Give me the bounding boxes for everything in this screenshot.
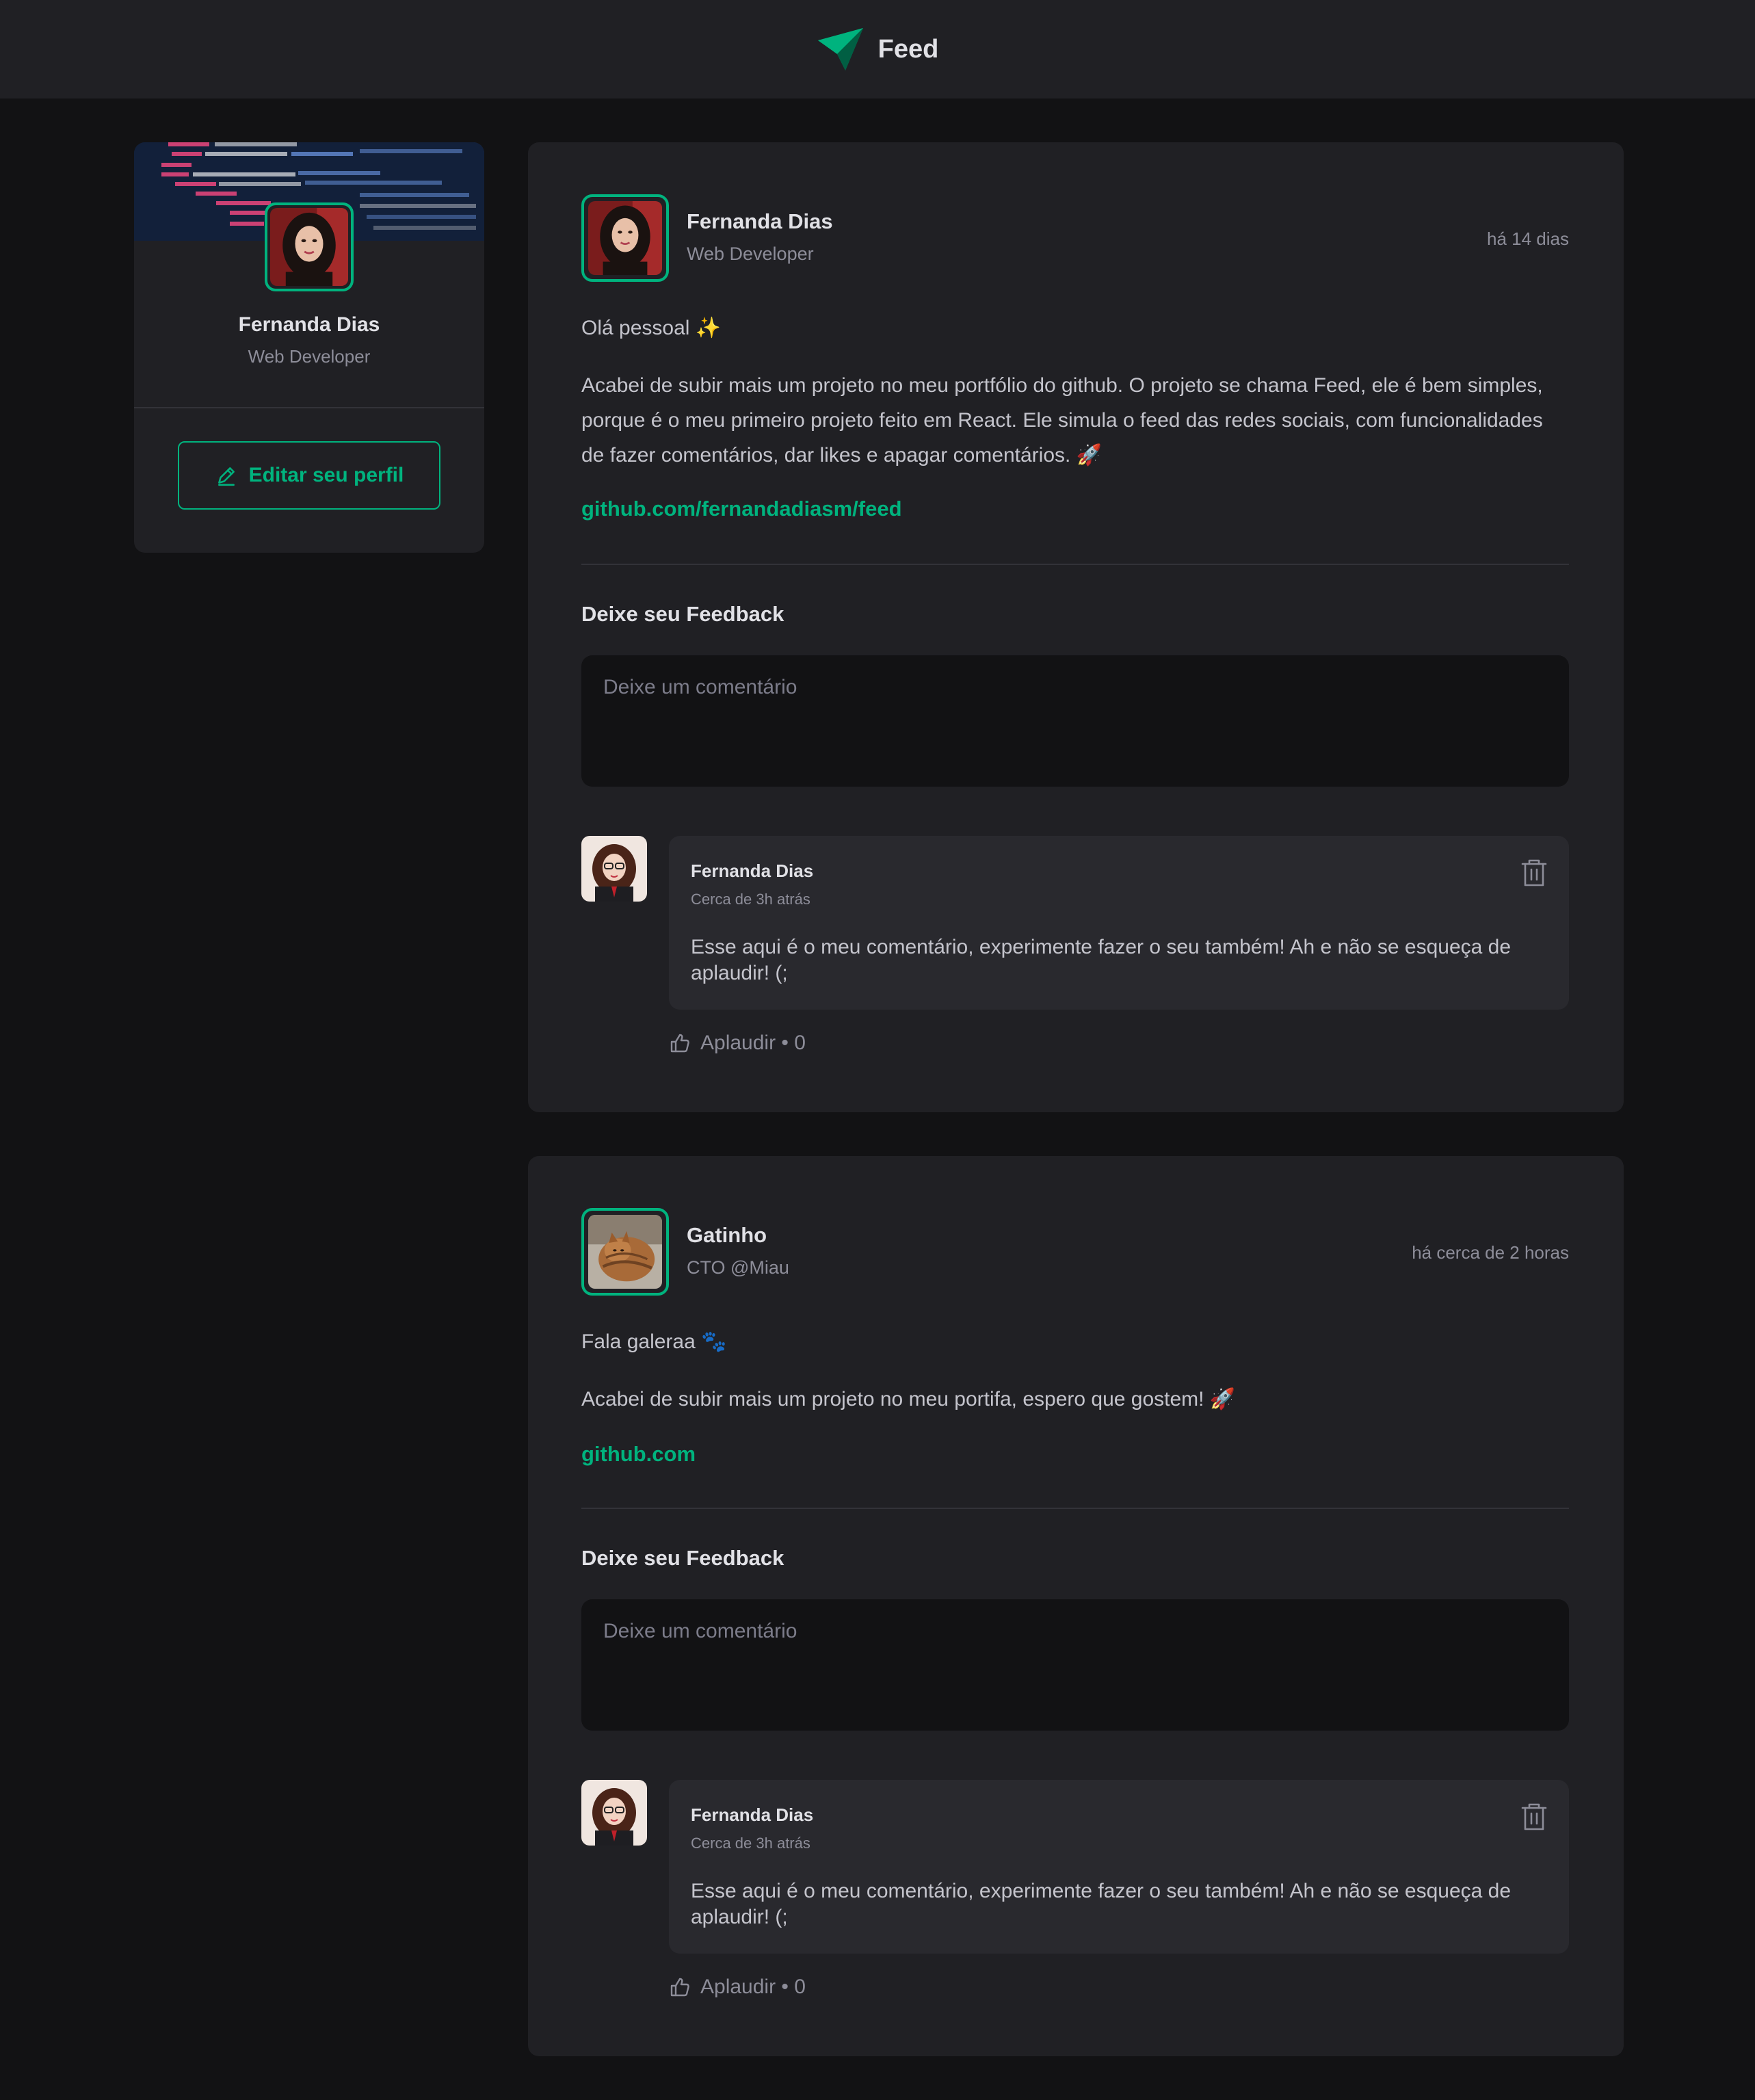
comment-author-avatar[interactable] — [581, 836, 647, 902]
profile-avatar[interactable] — [265, 202, 354, 291]
post-body: Acabei de subir mais um projeto no meu p… — [581, 374, 1543, 467]
profile-role: Web Developer — [248, 346, 371, 367]
comment-box: Fernanda Dias Cerca de 3h atrás Esse aqu… — [669, 836, 1569, 1010]
feed-logo-icon — [817, 28, 863, 70]
comment-timestamp: Cerca de 3h atrás — [691, 891, 810, 908]
feedback-title: Deixe seu Feedback — [581, 602, 784, 626]
comment-text: Esse aqui é o meu comentário, experiment… — [691, 936, 1512, 984]
edit-profile-button[interactable]: Editar seu perfil — [178, 441, 440, 510]
applaud-button[interactable]: Aplaudir • 0 — [669, 1032, 806, 1055]
applaud-button[interactable]: Aplaudir • 0 — [669, 1976, 806, 1999]
applaud-label: Aplaudir • 0 — [700, 1976, 806, 1998]
author-name: Fernanda Dias — [687, 209, 833, 233]
trash-icon[interactable] — [1520, 1802, 1548, 1832]
post-card: Gatinho CTO @Miau há cerca de 2 horas Fa… — [528, 1156, 1624, 2056]
app-header: Feed — [0, 0, 1755, 99]
post-link[interactable]: github.com/fernandadiasm/feed — [581, 497, 902, 521]
feedback-title: Deixe seu Feedback — [581, 1546, 784, 1570]
edit-profile-label: Editar seu perfil — [248, 464, 404, 486]
comment-input[interactable] — [581, 1599, 1569, 1731]
author-avatar[interactable] — [581, 1208, 669, 1296]
post-link[interactable]: github.com — [581, 1442, 696, 1467]
comment-author-avatar[interactable] — [581, 1780, 647, 1846]
trash-icon[interactable] — [1520, 858, 1548, 888]
profile-name: Fernanda Dias — [238, 313, 380, 336]
post-greeting: Fala galeraa 🐾 — [581, 1330, 727, 1353]
thumbs-up-icon — [670, 1034, 689, 1053]
post-greeting: Olá pessoal ✨ — [581, 317, 722, 339]
post-timestamp: há cerca de 2 horas — [1412, 1242, 1569, 1263]
author-avatar[interactable] — [581, 194, 669, 282]
author-role: Web Developer — [687, 244, 814, 264]
comment-author-name: Fernanda Dias — [691, 1804, 814, 1825]
comment-author-name: Fernanda Dias — [691, 861, 814, 881]
sidebar-divider — [134, 407, 484, 408]
comment-box: Fernanda Dias Cerca de 3h atrás Esse aqu… — [669, 1780, 1569, 1954]
post-card: Fernanda Dias Web Developer há 14 dias O… — [528, 142, 1624, 1112]
pencil-icon — [217, 467, 235, 486]
comment-timestamp: Cerca de 3h atrás — [691, 1835, 810, 1852]
thumbs-up-icon — [670, 1978, 689, 1997]
app-title: Feed — [878, 34, 939, 64]
comment-input[interactable] — [581, 655, 1569, 787]
comment-text: Esse aqui é o meu comentário, experiment… — [691, 1880, 1512, 1928]
post-timestamp: há 14 dias — [1487, 228, 1569, 249]
profile-sidebar: Fernanda Dias Web Developer Editar seu p… — [134, 142, 484, 553]
author-name: Gatinho — [687, 1223, 767, 1247]
post-body: Acabei de subir mais um projeto no meu p… — [581, 1388, 1236, 1410]
applaud-label: Aplaudir • 0 — [700, 1032, 806, 1054]
author-role: CTO @Miau — [687, 1257, 789, 1278]
post-divider — [581, 1508, 1569, 1509]
post-divider — [581, 564, 1569, 565]
